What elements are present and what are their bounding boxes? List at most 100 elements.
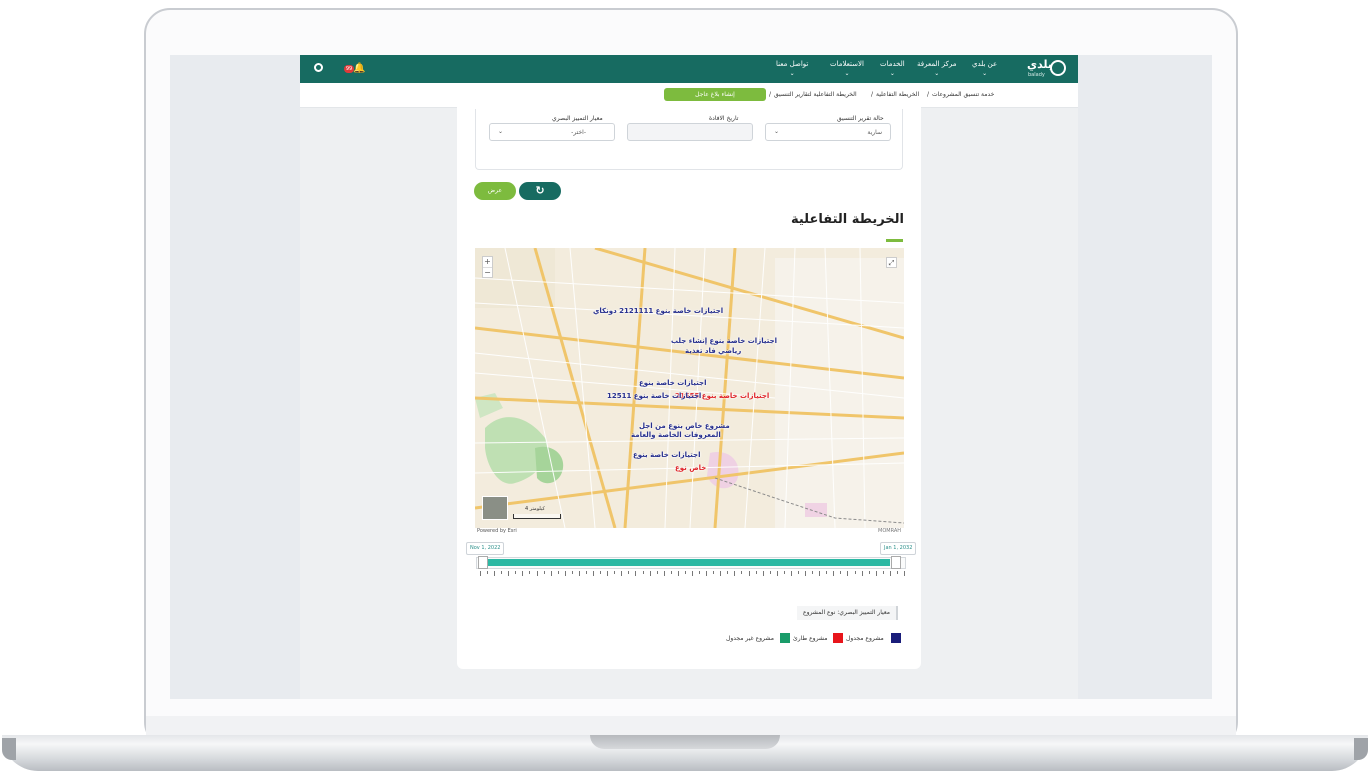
scale-label: 4 كيلومتر bbox=[525, 506, 545, 512]
timeline-tick bbox=[826, 571, 828, 574]
balady-logo-icon[interactable] bbox=[1050, 60, 1066, 76]
criteria-caption: معيار التمييز البصري: نوع المشروع bbox=[797, 606, 898, 620]
laptop-foot-right bbox=[1354, 738, 1368, 760]
legend-label-scheduled: مشروع مجدول bbox=[846, 635, 884, 642]
brand-name[interactable]: بلدي bbox=[1027, 58, 1052, 71]
refresh-button[interactable]: ↻ bbox=[519, 182, 561, 200]
timeline-tick bbox=[494, 571, 496, 576]
basemap-toggle[interactable] bbox=[482, 496, 508, 520]
timeline-end-label: Jan 1, 2032 bbox=[880, 542, 917, 555]
chevron-down-icon: ⌄ bbox=[982, 70, 988, 77]
timeline-tick bbox=[656, 571, 658, 574]
chevron-down-icon: ⌄ bbox=[934, 70, 940, 77]
zoom-in-icon[interactable]: + bbox=[483, 257, 492, 267]
timeline-start-label: Nov 1, 2022 bbox=[466, 542, 505, 555]
timeline-handle-start[interactable] bbox=[478, 556, 488, 569]
timeline-tick bbox=[593, 571, 595, 576]
map-label[interactable]: اجتيازات خاصة بنوع إنشاء جلب bbox=[671, 337, 777, 345]
show-button[interactable]: عرض bbox=[474, 182, 516, 200]
timeline-tick bbox=[720, 571, 722, 576]
timeline-tick bbox=[536, 571, 538, 576]
brand-subtitle: balady bbox=[1028, 72, 1045, 78]
timeline-tick bbox=[847, 571, 849, 576]
user-icon[interactable] bbox=[314, 63, 323, 72]
timeline-tick bbox=[741, 571, 743, 574]
timeline-tick bbox=[487, 571, 489, 574]
timeline-tick bbox=[501, 571, 503, 574]
timeline-tick bbox=[621, 571, 623, 576]
map-label[interactable]: اجتيازات خاصة بنوع 12511 bbox=[607, 392, 701, 400]
timeline-tick bbox=[840, 571, 842, 574]
criteria-label: معيار التمييز البصري bbox=[552, 115, 603, 122]
nav-item-about[interactable]: عن بلدي ⌄ bbox=[972, 60, 997, 77]
timeline-tick bbox=[805, 571, 807, 576]
legend-label-emergency: مشروع طارئ bbox=[793, 635, 828, 642]
chevron-down-icon: ⌄ bbox=[498, 128, 504, 135]
nav-item-inquiries[interactable]: الاستعلامات ⌄ bbox=[830, 60, 864, 77]
timeline-tick bbox=[529, 571, 531, 574]
report-button-label: إنشاء بلاغ عاجل bbox=[695, 91, 735, 98]
timeline-tick bbox=[550, 571, 552, 576]
timeline-handle-end[interactable] bbox=[891, 556, 901, 569]
timeline-tick bbox=[607, 571, 609, 576]
timeline-tick bbox=[571, 571, 573, 574]
title-underline bbox=[886, 239, 903, 242]
timeline-tick bbox=[614, 571, 616, 574]
timeline-tick bbox=[515, 571, 517, 574]
urgent-report-button[interactable]: إنشاء بلاغ عاجل bbox=[664, 88, 766, 101]
map-attribution: MOMRAH bbox=[878, 528, 902, 534]
timeline-tick bbox=[649, 571, 651, 576]
zoom-out-icon[interactable]: − bbox=[483, 267, 492, 278]
timeline-tick bbox=[480, 571, 481, 576]
timeline-tick bbox=[734, 571, 736, 576]
criteria-select[interactable]: -اختر- ⌄ bbox=[489, 123, 615, 141]
nav-item-services[interactable]: الخدمات ⌄ bbox=[880, 60, 905, 77]
map-label[interactable]: اجتيازات خاصة بنوع bbox=[639, 379, 706, 387]
legend-swatch-unscheduled bbox=[780, 633, 790, 643]
section-title: الخريطة التفاعلية bbox=[790, 212, 904, 227]
fullscreen-icon[interactable]: ⤢ bbox=[886, 257, 897, 268]
timeline-tick bbox=[522, 571, 524, 576]
timeline-tick bbox=[748, 571, 750, 576]
map-label[interactable]: رياضي فاد تغذية bbox=[685, 347, 741, 355]
refresh-icon: ↻ bbox=[535, 184, 545, 197]
timeline-tick bbox=[677, 571, 679, 576]
map-base-layer bbox=[475, 248, 904, 528]
map-label[interactable]: المعروفات الخاصة والعامة bbox=[631, 431, 721, 439]
timeline-tick bbox=[755, 571, 757, 574]
timeline-tick bbox=[642, 571, 644, 574]
timeline-tick bbox=[861, 571, 863, 576]
timeline-tick bbox=[543, 571, 545, 574]
timeline-tick bbox=[670, 571, 672, 574]
timeline-tick bbox=[882, 571, 884, 574]
timeline-tick bbox=[635, 571, 637, 576]
timeline-tick bbox=[875, 571, 877, 576]
nav-item-knowledge[interactable]: مركز المعرفة ⌄ bbox=[917, 60, 957, 77]
show-button-label: عرض bbox=[487, 187, 503, 194]
legend-label-unscheduled: مشروع غير مجدول bbox=[726, 635, 774, 642]
laptop-bezel bbox=[146, 716, 1236, 736]
bell-icon[interactable]: 🔔 bbox=[353, 63, 365, 74]
nav-item-contact[interactable]: تواصل معنا ⌄ bbox=[776, 60, 808, 77]
chevron-down-icon: ⌄ bbox=[789, 70, 795, 77]
timeline-tick bbox=[854, 571, 856, 574]
breadcrumb-item-map[interactable]: الخريطة التفاعلية bbox=[876, 91, 919, 98]
interactive-map[interactable]: + − ⤢ اجتيازات خاصة بنوع 2121111 دونكاي … bbox=[475, 248, 904, 528]
map-label[interactable]: مشروع خاص بنوع من اجل bbox=[639, 422, 730, 430]
timeline-tick bbox=[833, 571, 835, 576]
timeline-tick bbox=[769, 571, 771, 574]
breadcrumb-item-service[interactable]: خدمة تنسيق المشروعات bbox=[932, 91, 994, 98]
timeline-tick bbox=[508, 571, 510, 576]
map-label[interactable]: اجتيازات خاصة بنوع 2121111 دونكاي bbox=[593, 307, 723, 315]
timeline-tick bbox=[798, 571, 799, 574]
chevron-down-icon: ⌄ bbox=[889, 70, 895, 77]
screen: بلدي balady عن بلدي ⌄ مركز المعرفة ⌄ الخدم… bbox=[170, 55, 1212, 699]
date-input[interactable] bbox=[627, 123, 753, 141]
timeline-tick bbox=[896, 571, 898, 574]
map-label[interactable]: اجتيازات خاصة بنوع bbox=[633, 451, 700, 459]
legend-swatch-emergency bbox=[833, 633, 843, 643]
timeline-tick bbox=[628, 571, 630, 574]
status-select[interactable]: سارية ⌄ bbox=[765, 123, 891, 141]
map-label[interactable]: خاص نوع bbox=[675, 464, 706, 472]
date-label: تاريخ الافادة bbox=[709, 115, 739, 122]
